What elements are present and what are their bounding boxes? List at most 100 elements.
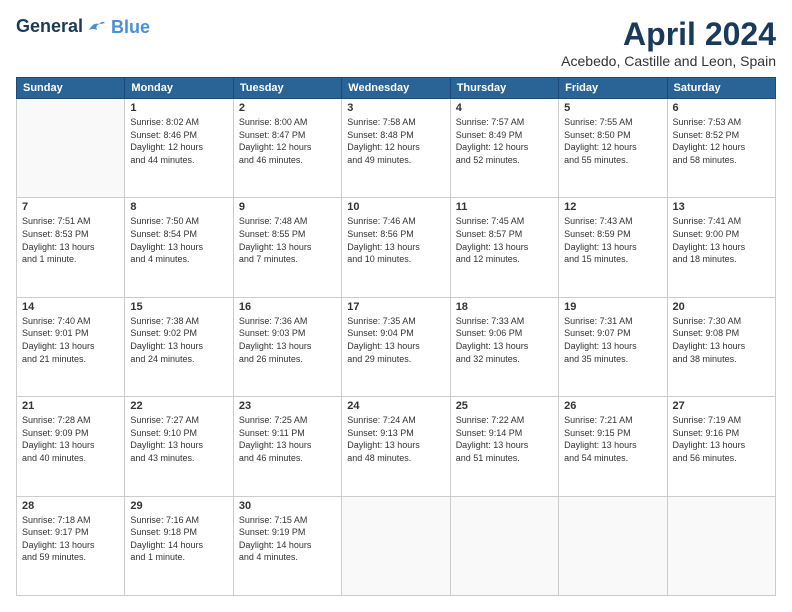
calendar-cell: 4 Sunrise: 7:57 AM Sunset: 8:49 PM Daylig…	[450, 99, 558, 198]
title-block: April 2024 Acebedo, Castille and Leon, S…	[561, 16, 776, 69]
logo: General Blue	[16, 16, 150, 38]
day-header-saturday: Saturday	[667, 78, 775, 99]
calendar-cell: 16 Sunrise: 7:36 AM Sunset: 9:03 PM Dayli…	[233, 297, 341, 396]
calendar-cell	[667, 496, 775, 595]
day-number: 10	[347, 201, 444, 213]
calendar-cell	[17, 99, 125, 198]
calendar-cell: 21 Sunrise: 7:28 AM Sunset: 9:09 PM Dayli…	[17, 397, 125, 496]
calendar-cell: 24Sunrise: 7:24 AM Sunset: 9:13 PM Dayli…	[342, 397, 450, 496]
header-row: SundayMondayTuesdayWednesdayThursdayFrid…	[17, 78, 776, 99]
day-info: Sunrise: 8:02 AM Sunset: 8:46 PM Dayligh…	[130, 116, 227, 166]
calendar-cell: 18Sunrise: 7:33 AM Sunset: 9:06 PM Dayli…	[450, 297, 558, 396]
day-info: Sunrise: 7:45 AM Sunset: 8:57 PM Dayligh…	[456, 215, 553, 265]
day-number: 26	[564, 400, 661, 412]
calendar-cell: 20Sunrise: 7:30 AM Sunset: 9:08 PM Dayli…	[667, 297, 775, 396]
day-info: Sunrise: 7:46 AM Sunset: 8:56 PM Dayligh…	[347, 215, 444, 265]
subtitle: Acebedo, Castille and Leon, Spain	[561, 53, 776, 69]
day-info: Sunrise: 7:48 AM Sunset: 8:55 PM Dayligh…	[239, 215, 336, 265]
day-info: Sunrise: 7:18 AM Sunset: 9:17 PM Dayligh…	[22, 514, 119, 564]
day-info: Sunrise: 7:57 AM Sunset: 8:49 PM Dayligh…	[456, 116, 553, 166]
day-number: 27	[673, 400, 770, 412]
calendar-cell: 15 Sunrise: 7:38 AM Sunset: 9:02 PM Dayli…	[125, 297, 233, 396]
day-number: 29	[130, 500, 227, 512]
day-header-friday: Friday	[559, 78, 667, 99]
day-info: Sunrise: 7:43 AM Sunset: 8:59 PM Dayligh…	[564, 215, 661, 265]
day-info: Sunrise: 7:15 AM Sunset: 9:19 PM Dayligh…	[239, 514, 336, 564]
day-number: 2	[239, 102, 336, 114]
calendar-cell: 14 Sunrise: 7:40 AM Sunset: 9:01 PM Dayli…	[17, 297, 125, 396]
day-info: Sunrise: 7:21 AM Sunset: 9:15 PM Dayligh…	[564, 414, 661, 464]
day-number: 15	[130, 301, 227, 313]
day-info: Sunrise: 7:53 AM Sunset: 8:52 PM Dayligh…	[673, 116, 770, 166]
day-header-monday: Monday	[125, 78, 233, 99]
day-number: 4	[456, 102, 553, 114]
day-info: Sunrise: 7:35 AM Sunset: 9:04 PM Dayligh…	[347, 315, 444, 365]
day-number: 23	[239, 400, 336, 412]
day-number: 22	[130, 400, 227, 412]
calendar-cell: 28 Sunrise: 7:18 AM Sunset: 9:17 PM Dayli…	[17, 496, 125, 595]
week-row-4: 21 Sunrise: 7:28 AM Sunset: 9:09 PM Dayli…	[17, 397, 776, 496]
day-info: Sunrise: 7:16 AM Sunset: 9:18 PM Dayligh…	[130, 514, 227, 564]
calendar-cell: 6 Sunrise: 7:53 AM Sunset: 8:52 PM Daylig…	[667, 99, 775, 198]
day-header-thursday: Thursday	[450, 78, 558, 99]
day-info: Sunrise: 7:31 AM Sunset: 9:07 PM Dayligh…	[564, 315, 661, 365]
calendar-cell: 9Sunrise: 7:48 AM Sunset: 8:55 PM Daylig…	[233, 198, 341, 297]
day-number: 6	[673, 102, 770, 114]
calendar-cell: 12 Sunrise: 7:43 AM Sunset: 8:59 PM Dayli…	[559, 198, 667, 297]
day-number: 13	[673, 201, 770, 213]
day-header-tuesday: Tuesday	[233, 78, 341, 99]
day-number: 20	[673, 301, 770, 313]
day-number: 12	[564, 201, 661, 213]
main-title: April 2024	[561, 16, 776, 53]
calendar-cell	[342, 496, 450, 595]
calendar-cell: 8 Sunrise: 7:50 AM Sunset: 8:54 PM Daylig…	[125, 198, 233, 297]
calendar-cell: 3 Sunrise: 7:58 AM Sunset: 8:48 PM Daylig…	[342, 99, 450, 198]
calendar-table: SundayMondayTuesdayWednesdayThursdayFrid…	[16, 77, 776, 596]
day-number: 28	[22, 500, 119, 512]
calendar-cell: 30 Sunrise: 7:15 AM Sunset: 9:19 PM Dayli…	[233, 496, 341, 595]
day-info: Sunrise: 7:27 AM Sunset: 9:10 PM Dayligh…	[130, 414, 227, 464]
day-info: Sunrise: 7:58 AM Sunset: 8:48 PM Dayligh…	[347, 116, 444, 166]
day-info: Sunrise: 7:19 AM Sunset: 9:16 PM Dayligh…	[673, 414, 770, 464]
calendar-cell: 13 Sunrise: 7:41 AM Sunset: 9:00 PM Dayli…	[667, 198, 775, 297]
calendar-cell: 10 Sunrise: 7:46 AM Sunset: 8:56 PM Dayli…	[342, 198, 450, 297]
calendar-cell: 29 Sunrise: 7:16 AM Sunset: 9:18 PM Dayli…	[125, 496, 233, 595]
calendar-cell: 26 Sunrise: 7:21 AM Sunset: 9:15 PM Dayli…	[559, 397, 667, 496]
header: General Blue April 2024 Acebedo, Castill…	[16, 16, 776, 69]
day-info: Sunrise: 7:50 AM Sunset: 8:54 PM Dayligh…	[130, 215, 227, 265]
day-info: Sunrise: 7:33 AM Sunset: 9:06 PM Dayligh…	[456, 315, 553, 365]
day-info: Sunrise: 7:38 AM Sunset: 9:02 PM Dayligh…	[130, 315, 227, 365]
calendar-cell: 17Sunrise: 7:35 AM Sunset: 9:04 PM Dayli…	[342, 297, 450, 396]
day-number: 16	[239, 301, 336, 313]
day-info: Sunrise: 7:36 AM Sunset: 9:03 PM Dayligh…	[239, 315, 336, 365]
logo-text: General	[16, 16, 109, 38]
day-number: 8	[130, 201, 227, 213]
calendar-cell: 23 Sunrise: 7:25 AM Sunset: 9:11 PM Dayli…	[233, 397, 341, 496]
calendar-cell: 1Sunrise: 8:02 AM Sunset: 8:46 PM Daylig…	[125, 99, 233, 198]
day-info: Sunrise: 7:28 AM Sunset: 9:09 PM Dayligh…	[22, 414, 119, 464]
day-number: 5	[564, 102, 661, 114]
day-number: 11	[456, 201, 553, 213]
week-row-3: 14 Sunrise: 7:40 AM Sunset: 9:01 PM Dayli…	[17, 297, 776, 396]
day-info: Sunrise: 7:25 AM Sunset: 9:11 PM Dayligh…	[239, 414, 336, 464]
day-info: Sunrise: 7:41 AM Sunset: 9:00 PM Dayligh…	[673, 215, 770, 265]
week-row-5: 28 Sunrise: 7:18 AM Sunset: 9:17 PM Dayli…	[17, 496, 776, 595]
calendar-cell: 5Sunrise: 7:55 AM Sunset: 8:50 PM Daylig…	[559, 99, 667, 198]
day-number: 3	[347, 102, 444, 114]
day-info: Sunrise: 7:51 AM Sunset: 8:53 PM Dayligh…	[22, 215, 119, 265]
calendar-cell	[559, 496, 667, 595]
day-header-sunday: Sunday	[17, 78, 125, 99]
calendar-cell: 2 Sunrise: 8:00 AM Sunset: 8:47 PM Daylig…	[233, 99, 341, 198]
day-number: 14	[22, 301, 119, 313]
page: General Blue April 2024 Acebedo, Castill…	[0, 0, 792, 612]
day-info: Sunrise: 7:40 AM Sunset: 9:01 PM Dayligh…	[22, 315, 119, 365]
calendar-cell	[450, 496, 558, 595]
calendar-cell: 22 Sunrise: 7:27 AM Sunset: 9:10 PM Dayli…	[125, 397, 233, 496]
calendar-cell: 11 Sunrise: 7:45 AM Sunset: 8:57 PM Dayli…	[450, 198, 558, 297]
day-number: 30	[239, 500, 336, 512]
day-info: Sunrise: 7:22 AM Sunset: 9:14 PM Dayligh…	[456, 414, 553, 464]
day-number: 21	[22, 400, 119, 412]
week-row-1: 1Sunrise: 8:02 AM Sunset: 8:46 PM Daylig…	[17, 99, 776, 198]
calendar-cell: 19Sunrise: 7:31 AM Sunset: 9:07 PM Dayli…	[559, 297, 667, 396]
day-info: Sunrise: 8:00 AM Sunset: 8:47 PM Dayligh…	[239, 116, 336, 166]
